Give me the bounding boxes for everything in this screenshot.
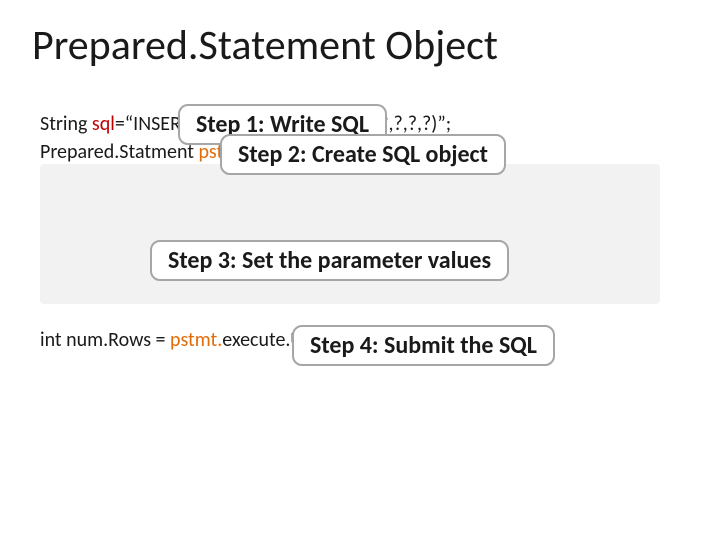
callout-step2: Step 2: Create SQL object: [220, 134, 506, 175]
callout-step3: Step 3: Set the parameter values: [150, 240, 509, 281]
slide: Prepared.Statement Object String sql=“IN…: [0, 0, 720, 540]
pstmt-var: pstmt.: [170, 328, 222, 352]
text: int num.Rows =: [40, 328, 170, 352]
sql-var: sql: [92, 112, 115, 136]
step3-highlight-box: [40, 164, 660, 304]
text: String: [40, 112, 92, 136]
spacer: [40, 306, 680, 326]
text: Prepared.Statment: [40, 140, 199, 164]
callout-step4: Step 4: Submit the SQL: [292, 325, 555, 366]
slide-title: Prepared.Statement Object: [32, 20, 498, 71]
text: ;: [446, 112, 451, 136]
